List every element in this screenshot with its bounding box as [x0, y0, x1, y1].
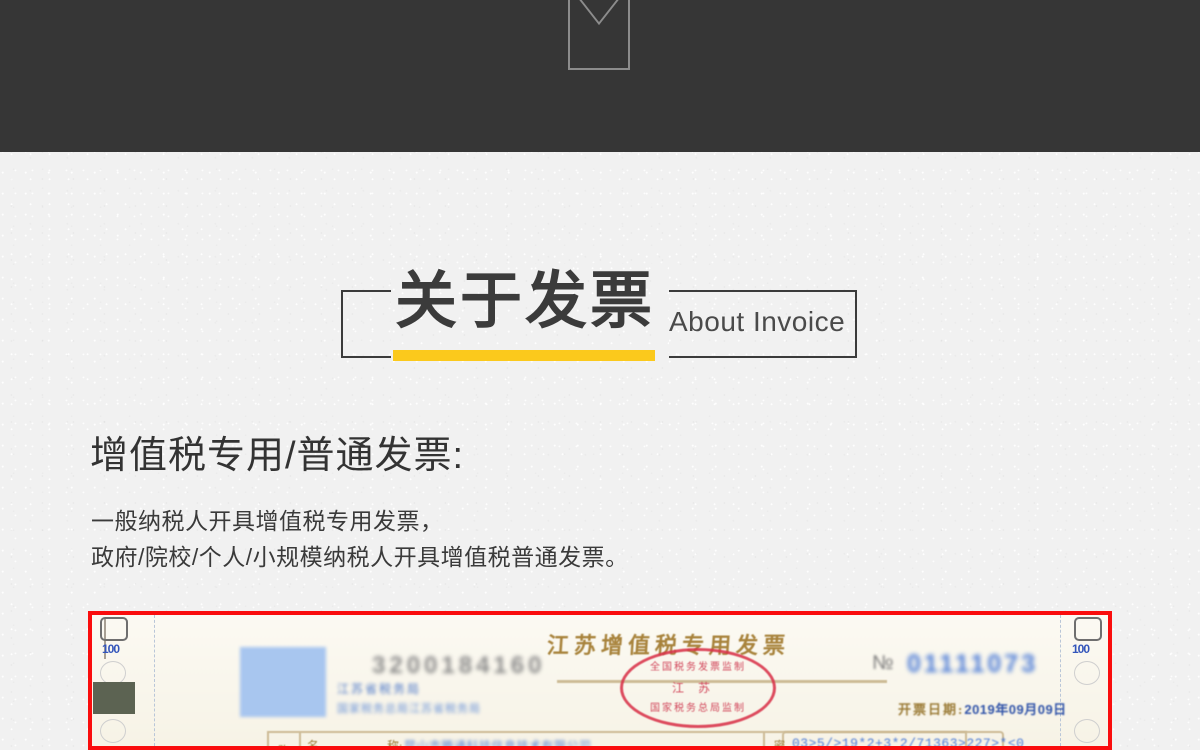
paragraph-line: 一般纳税人开具增值税专用发票，: [91, 508, 444, 534]
envelope-icon: [568, 0, 630, 70]
perforation-square-icon: [100, 617, 128, 641]
page-subtitle: About Invoice: [669, 306, 846, 337]
stamp-mid-text: 江苏: [671, 681, 724, 695]
paragraph-line: 政府/院校/个人/小规模纳税人开具增值税普通发票。: [91, 544, 629, 570]
stamp-top-text: 全国税务发票监制: [650, 662, 746, 673]
invoice-blue-text: 江苏省税务局: [337, 682, 422, 696]
perforation-dashed-line: [1060, 615, 1061, 746]
invoice-qr-block: [240, 647, 326, 717]
invoice-sample-image: 100 100 3200184160 江苏省税务局 国家税务总局江苏省税务局 江…: [88, 611, 1112, 750]
perforation-dashed-line: [154, 615, 155, 746]
invoice-number: 01111073: [907, 650, 1039, 678]
invoice-left-perforation: 100: [92, 615, 158, 746]
perforation-mark: 100: [1072, 642, 1090, 656]
invoice-date: 开票日期:2019年09月09日: [898, 701, 1067, 719]
invoice-company-name: 昆山市腾通科技信息技术有限公司: [404, 739, 592, 750]
section-title-block: 关于发票 About Invoice: [341, 264, 857, 361]
top-dark-bar: [0, 0, 1200, 152]
invoice-table-divider: [299, 733, 301, 746]
invoice-password-label: 密: [774, 740, 785, 750]
invoice-table-divider: [763, 733, 765, 746]
invoice-name-label: 名: [307, 739, 320, 750]
stamp-bottom-text: 国家税务总局监制: [650, 703, 746, 714]
page-title: 关于发票: [395, 267, 656, 336]
paragraph: 一般纳税人开具增值税专用发票， 政府/院校/个人/小规模纳税人开具增值税普通发票…: [91, 503, 629, 575]
invoice-code: 3200184160: [372, 652, 546, 679]
perforation-circle-icon: [1074, 661, 1100, 685]
invoice-right-perforation: 100: [1058, 615, 1108, 746]
invoice-buyer-label: 购: [278, 742, 289, 746]
invoice-date-value: 2019年09月09日: [964, 702, 1067, 717]
title-accent-underline: [393, 350, 655, 361]
invoice-name-label-suffix: 称:: [387, 739, 403, 750]
invoice-date-label: 开票日期:: [898, 702, 965, 717]
invoice-number-symbol: №: [872, 652, 894, 674]
perforation-dark-block: [93, 682, 135, 714]
perforation-circle-icon: [1074, 719, 1100, 743]
invoice-red-stamp: 全国税务发票监制 江苏 国家税务总局监制: [620, 648, 776, 728]
perforation-circle-icon: [100, 719, 126, 743]
invoice-blue-text: 国家税务总局江苏省税务局: [337, 703, 481, 715]
perforation-square-icon: [1074, 617, 1102, 641]
perforation-mark: 100: [102, 642, 120, 656]
subheading: 增值税专用/普通发票:: [90, 435, 465, 477]
invoice-cipher-text: 03>5/>19*2+3*2/71363>227>*<0: [792, 736, 1025, 750]
